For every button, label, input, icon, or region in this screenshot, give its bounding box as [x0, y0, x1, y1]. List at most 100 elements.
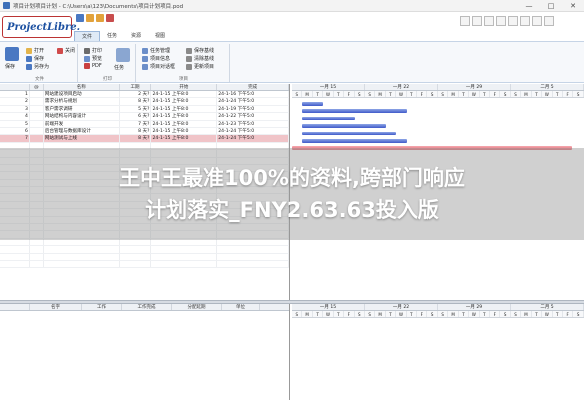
table-cell[interactable]: 网站建设项目启动: [44, 91, 120, 98]
table-cell[interactable]: [151, 246, 218, 253]
table-cell[interactable]: 客户需求调研: [44, 105, 120, 113]
table-cell[interactable]: 24-1-23 下午5:0: [217, 120, 289, 127]
table-cell[interactable]: [30, 105, 44, 113]
save-as-button[interactable]: 另存为: [26, 63, 49, 70]
table-cell[interactable]: 7: [0, 135, 30, 142]
update-project-button[interactable]: 更新项目: [186, 63, 214, 70]
table-cell[interactable]: 24-1-19 下午5:0: [217, 105, 289, 113]
table-cell[interactable]: 1: [0, 91, 30, 98]
save-icon[interactable]: [76, 14, 84, 22]
print-button[interactable]: 打印: [84, 47, 102, 54]
table-cell[interactable]: [217, 246, 289, 253]
table-row[interactable]: [0, 246, 289, 254]
save-button[interactable]: 保存: [5, 63, 15, 70]
table-cell[interactable]: 24-1-15 上午8:0: [151, 135, 218, 142]
table-cell[interactable]: 24-1-24 下午5:0: [217, 127, 289, 135]
table-cell[interactable]: 24-1-15 上午8:0: [151, 91, 218, 98]
table-row[interactable]: 4 网站结构与内容设计 6 天? 24-1-15 上午8:0 24-1-22 下午5:0: [0, 113, 289, 121]
table-cell[interactable]: 后台管理与数据库设计: [44, 127, 120, 135]
open-button[interactable]: 打开: [26, 47, 44, 54]
table-cell[interactable]: 5: [0, 120, 30, 127]
table-cell[interactable]: 2 天?: [120, 91, 152, 98]
task-button[interactable]: 任务: [114, 64, 124, 71]
view-icon-4[interactable]: [496, 16, 506, 26]
gantt-task-bar[interactable]: [302, 109, 407, 113]
table-cell[interactable]: [30, 91, 44, 98]
table-cell[interactable]: 前端开发: [44, 120, 120, 127]
table-cell[interactable]: [30, 135, 44, 142]
save-big-icon[interactable]: [5, 47, 19, 61]
task-big-icon[interactable]: [116, 48, 130, 62]
gantt-task-bar[interactable]: [302, 131, 397, 136]
task-manager-button[interactable]: 任务管理: [142, 47, 170, 54]
table-cell[interactable]: [217, 253, 289, 260]
preview-button[interactable]: 预览: [84, 55, 102, 62]
close-project-button[interactable]: 关闭: [57, 47, 75, 54]
table-cell[interactable]: 2: [0, 98, 30, 105]
project-dialog-button[interactable]: 项目对话框: [142, 63, 175, 70]
minimize-button[interactable]: —: [518, 2, 540, 10]
table-cell[interactable]: 网站测试与上线: [44, 135, 120, 142]
table-cell[interactable]: [151, 253, 218, 260]
table-cell[interactable]: 8 天?: [120, 127, 152, 135]
dropdown-icon[interactable]: [106, 14, 114, 22]
table-row[interactable]: 5 前端开发 7 天? 24-1-15 上午8:0 24-1-23 下午5:0: [0, 120, 289, 128]
view-icon-2[interactable]: [472, 16, 482, 26]
table-cell[interactable]: [30, 127, 44, 135]
save-small-button[interactable]: 保存: [26, 55, 44, 62]
maximize-button[interactable]: □: [540, 2, 562, 10]
gantt-task-bar[interactable]: [302, 116, 355, 121]
gantt-task-bar[interactable]: [302, 139, 407, 143]
table-cell[interactable]: 网站结构与内容设计: [44, 113, 120, 120]
undo-icon[interactable]: [86, 14, 94, 22]
view-icon-5[interactable]: [508, 16, 518, 26]
view-icon-7[interactable]: [532, 16, 542, 26]
table-cell[interactable]: [30, 253, 44, 260]
table-cell[interactable]: [151, 260, 218, 268]
table-row[interactable]: [0, 260, 289, 269]
table-cell[interactable]: 24-1-15 上午8:0: [151, 113, 218, 120]
res-col-work-done[interactable]: 工作完成: [122, 304, 172, 310]
res-col-delay[interactable]: 分配延期: [172, 304, 222, 310]
table-cell[interactable]: 24-1-15 上午8:0: [151, 105, 218, 113]
table-cell[interactable]: [30, 246, 44, 253]
res-col-units[interactable]: 单位: [222, 304, 260, 310]
table-cell[interactable]: 24-1-16 下午5:0: [217, 91, 289, 98]
table-cell[interactable]: [44, 246, 120, 253]
tab-resource[interactable]: 资源: [124, 31, 148, 41]
view-icon-3[interactable]: [484, 16, 494, 26]
table-cell[interactable]: [44, 260, 120, 268]
table-cell[interactable]: 6: [0, 127, 30, 135]
table-row[interactable]: 1 网站建设项目启动 2 天? 24-1-15 上午8:0 24-1-16 下午5:0: [0, 91, 289, 99]
table-cell[interactable]: 7 天?: [120, 120, 152, 127]
tab-view[interactable]: 视图: [148, 31, 172, 41]
table-cell[interactable]: 24-1-15 上午8:0: [151, 98, 218, 105]
table-cell[interactable]: [0, 253, 30, 260]
col-start[interactable]: 开始: [151, 84, 218, 90]
table-cell[interactable]: [44, 253, 120, 260]
table-cell[interactable]: 6 天?: [120, 113, 152, 120]
res-col-name[interactable]: 名字: [30, 304, 82, 310]
table-cell[interactable]: [0, 246, 30, 253]
view-icon-6[interactable]: [520, 16, 530, 26]
table-cell[interactable]: [217, 260, 289, 268]
tab-file[interactable]: 文件: [74, 31, 101, 41]
table-cell[interactable]: [120, 260, 152, 268]
pdf-button[interactable]: PDF: [84, 63, 102, 69]
gantt-task-bar[interactable]: [302, 124, 386, 128]
tab-task[interactable]: 任务: [100, 31, 124, 41]
table-cell[interactable]: 24-1-24 下午5:0: [217, 135, 289, 142]
table-cell[interactable]: [0, 260, 30, 268]
project-info-button[interactable]: 项目信息: [142, 55, 170, 62]
res-col-work[interactable]: 工作: [82, 304, 122, 310]
table-cell[interactable]: [120, 253, 152, 260]
table-cell[interactable]: 24-1-22 下午5:0: [217, 113, 289, 120]
col-finish[interactable]: 完成: [217, 84, 289, 90]
table-cell[interactable]: 需求分析与规划: [44, 98, 120, 105]
table-cell[interactable]: [30, 98, 44, 105]
view-icon-1[interactable]: [460, 16, 470, 26]
table-cell[interactable]: [120, 246, 152, 253]
table-cell[interactable]: [30, 113, 44, 120]
save-baseline-button[interactable]: 保存基线: [186, 47, 214, 54]
table-row[interactable]: 6 后台管理与数据库设计 8 天? 24-1-15 上午8:0 24-1-24 下午5:…: [0, 127, 289, 136]
